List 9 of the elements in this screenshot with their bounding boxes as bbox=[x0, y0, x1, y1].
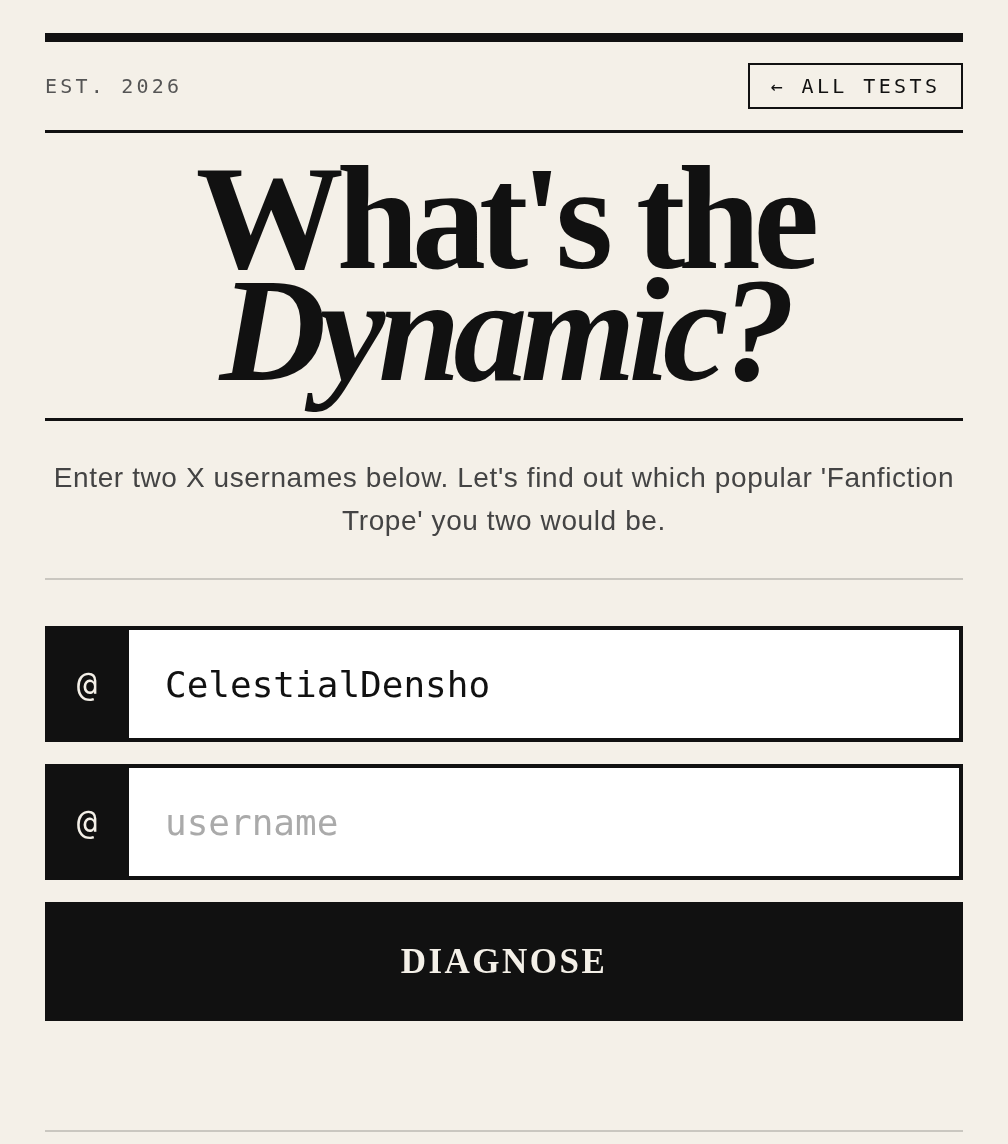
at-prefix: @ bbox=[45, 764, 129, 880]
at-prefix: @ bbox=[45, 626, 129, 742]
username-field[interactable]: username bbox=[129, 764, 963, 880]
page-title: What's the Dynamic? bbox=[194, 136, 814, 412]
username-field[interactable]: CelestialDensho bbox=[129, 626, 963, 742]
intro-text: Enter two X usernames below. Let's find out which popular 'Fanfiction Trope' you two would be. bbox=[52, 461, 956, 538]
diagnose-button[interactable]: DIAGNOSE bbox=[45, 902, 963, 1021]
established-label: EST. 2026 bbox=[45, 74, 183, 98]
all-tests-button[interactable]: ← ALL TESTS bbox=[748, 63, 963, 109]
